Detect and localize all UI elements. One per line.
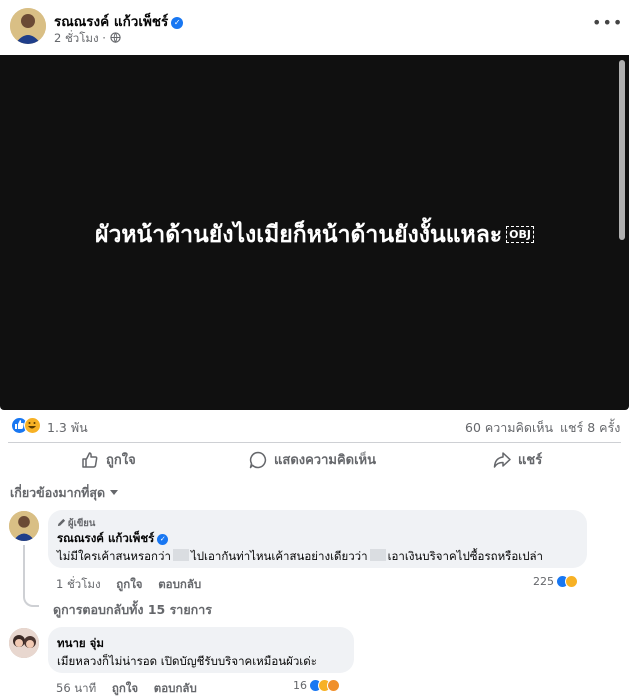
post-time[interactable]: 2 ชั่วโมง · — [54, 30, 121, 48]
author-badge: ผู้เขียน — [57, 516, 95, 531]
author-name[interactable]: รณณรงค์ แก้วเพ็ชร์ ✓ — [54, 10, 184, 32]
post-stats: 1.3 พัน 60 ความคิดเห็น แชร์ 8 ครั้ง — [0, 412, 629, 440]
haha-reaction-icon — [24, 417, 41, 434]
thread-line — [23, 545, 39, 607]
globe-icon — [109, 32, 121, 43]
comment-label[interactable]: แสดงความคิดเห็น — [274, 453, 376, 468]
reaction-count[interactable]: 1.3 พัน — [47, 418, 88, 438]
comment-icon — [249, 451, 267, 468]
commenter-name-text[interactable]: รณณรงค์ แก้วเพ็ชร์ — [57, 531, 154, 545]
post-media[interactable]: ผัวหน้าด้านยังไงเมียก็หน้าด้านยังงั้นแหล… — [0, 55, 629, 410]
media-caption: ผัวหน้าด้านยังไงเมียก็หน้าด้านยังงั้นแหล… — [0, 217, 629, 253]
post-time-text[interactable]: 2 ชั่วโมง — [54, 31, 99, 45]
haha-reaction-icon — [565, 575, 578, 588]
commenter-avatar-image — [9, 628, 39, 658]
comment-bubble: ทนาย จุ่ม เมียหลวงก็ไม่น่ารอด เปิดบัญชีร… — [48, 627, 354, 673]
like-label[interactable]: ถูกใจ — [106, 453, 136, 468]
author-name-text[interactable]: รณณรงค์ แก้วเพ็ชร์ — [54, 14, 168, 30]
reaction-icons[interactable] — [11, 417, 45, 434]
commenter-name[interactable]: ทนาย จุ่ม — [57, 635, 104, 653]
comment-text-part2: ไปเอากันท่าไหนเค้าสนอย่างเดียวว่า — [190, 549, 368, 563]
comment-like-link[interactable]: ถูกใจ — [112, 681, 138, 695]
comment-text-part1: ไม่มีใครเค้าสนหรอกว่า — [57, 549, 171, 563]
commenter-avatar-image — [9, 511, 39, 541]
verified-icon: ✓ — [171, 17, 184, 29]
comment-time[interactable]: 56 นาที — [56, 681, 96, 695]
comment-count[interactable]: 60 ความคิดเห็น — [465, 418, 553, 438]
commenter-name[interactable]: รณณรงค์ แก้วเพ็ชร์ ✓ — [57, 530, 169, 548]
comment-text: เมียหลวงก็ไม่น่ารอด เปิดบัญชีรับบริจาคเห… — [57, 654, 317, 668]
commenter-avatar[interactable] — [9, 628, 39, 658]
comment-meta: 1 ชั่วโมง ถูกใจ ตอบกลับ — [56, 576, 213, 594]
redacted-block — [172, 549, 189, 561]
wow-reaction-icon — [327, 679, 340, 692]
author-badge-text: ผู้เขียน — [68, 518, 96, 529]
comment-text-part3: เอาเงินบริจาคไปซื้อรถหรือเปล่า — [387, 549, 543, 563]
comment-button[interactable]: แสดงความคิดเห็น — [248, 449, 376, 473]
comment-reply-link[interactable]: ตอบกลับ — [158, 577, 201, 591]
scrollbar[interactable] — [619, 60, 625, 240]
author-avatar[interactable] — [10, 8, 46, 44]
obj-placeholder: OBJ — [506, 226, 534, 243]
comment-text: ไม่มีใครเค้าสนหรอกว่า ไปเอากันท่าไหนเค้าส… — [57, 548, 543, 566]
author-avatar-image — [10, 8, 46, 44]
pencil-icon — [57, 518, 66, 527]
share-button[interactable]: แชร์ — [492, 449, 542, 473]
dot-separator: · — [102, 31, 106, 45]
comment-like-link[interactable]: ถูกใจ — [116, 577, 142, 591]
like-button[interactable]: ถูกใจ — [80, 449, 136, 473]
comment-reactions[interactable]: 16 — [293, 679, 340, 692]
post-actions: ถูกใจ แสดงความคิดเห็น แชร์ — [8, 442, 621, 476]
comment-reactions[interactable]: 225 — [533, 575, 578, 588]
comment-bubble: ผู้เขียน รณณรงค์ แก้วเพ็ชร์ ✓ ไม่มีใครเค้… — [48, 510, 587, 568]
post-header: รณณรงค์ แก้วเพ็ชร์ ✓ 2 ชั่วโมง · ••• — [0, 0, 629, 55]
share-label[interactable]: แชร์ — [518, 453, 542, 468]
more-icon[interactable]: ••• — [592, 15, 622, 36]
comment-filter-label[interactable]: เกี่ยวข้องมากที่สุด — [10, 485, 105, 500]
share-count[interactable]: แชร์ 8 ครั้ง — [560, 418, 620, 438]
share-icon — [493, 451, 511, 468]
redacted-block — [369, 549, 386, 561]
verified-icon: ✓ — [157, 534, 169, 545]
caret-down-icon — [110, 490, 119, 495]
comment-reaction-count[interactable]: 225 — [533, 575, 554, 588]
comment-filter[interactable]: เกี่ยวข้องมากที่สุด — [10, 483, 119, 503]
media-caption-text: ผัวหน้าด้านยังไงเมียก็หน้าด้านยังงั้นแหล… — [95, 222, 503, 248]
comment-reaction-count[interactable]: 16 — [293, 679, 307, 692]
commenter-avatar[interactable] — [9, 511, 39, 541]
comment-meta: 56 นาที ถูกใจ ตอบกลับ — [56, 680, 209, 698]
view-replies-link[interactable]: ดูการตอบกลับทั้ง 15 รายการ — [53, 600, 212, 620]
like-icon — [82, 451, 98, 468]
comment-time[interactable]: 1 ชั่วโมง — [56, 577, 101, 591]
comment-reply-link[interactable]: ตอบกลับ — [154, 681, 197, 695]
